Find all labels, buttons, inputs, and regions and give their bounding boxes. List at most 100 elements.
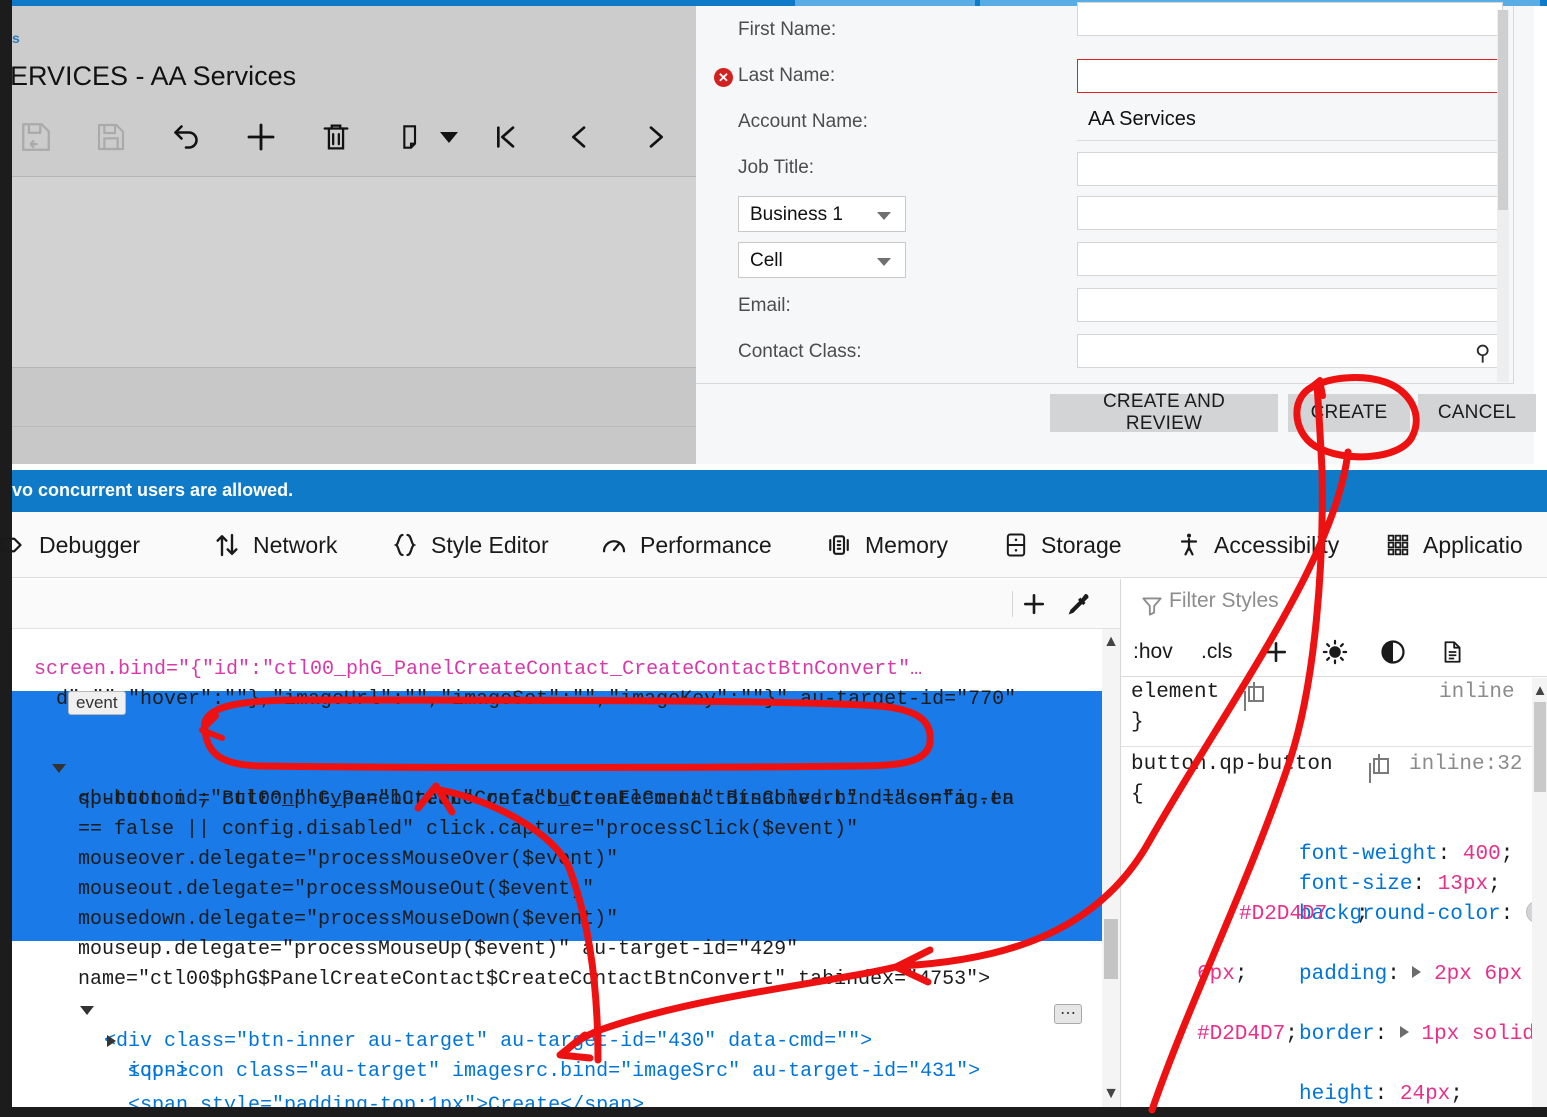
code-line: icon> <box>12 1027 1102 1083</box>
cell-phone-type-select[interactable]: Cell <box>738 242 906 278</box>
styles-toolbar: :hov .cls <box>1121 629 1547 677</box>
account-name-label: Account Name: <box>738 111 868 132</box>
first-name-input[interactable] <box>1077 2 1503 36</box>
first-record-icon[interactable] <box>477 106 533 168</box>
new-node-button[interactable] <box>1014 585 1054 623</box>
tab-application[interactable]: Applicatio <box>1384 512 1523 578</box>
tab-network-label: Network <box>253 531 338 558</box>
account-name-underline <box>1077 140 1503 141</box>
tab-performance-label: Performance <box>640 531 772 558</box>
footer-divider <box>12 426 696 427</box>
last-name-input[interactable] <box>1077 59 1503 93</box>
filter-styles-row[interactable]: Filter Styles <box>1121 579 1547 629</box>
concurrent-users-banner: vo concurrent users are allowed. <box>12 470 1547 512</box>
form-action-buttons: CREATE AND REVIEW CREATE CANCEL <box>696 391 1536 450</box>
dom-scrollbar[interactable]: ▲ ▼ <box>1102 629 1120 1107</box>
tab-performance[interactable]: Performance <box>599 512 772 578</box>
eyedropper-button[interactable] <box>1058 585 1098 623</box>
code-line: <qp-icon class="au-target" imagesrc.bind… <box>12 997 1102 1083</box>
tab-style-editor[interactable]: Style Editor <box>390 512 549 578</box>
styles-scrollbar-thumb[interactable] <box>1534 702 1546 792</box>
business-phone-type-value: Business 1 <box>750 204 843 225</box>
tab-accessibility-label: Accessibility <box>1214 531 1340 558</box>
save-icon[interactable] <box>83 106 139 168</box>
code-line: d":"","hover":""},"imageUrl":"","imageSe… <box>12 655 1102 711</box>
form-scrollbar[interactable] <box>1497 10 1509 382</box>
application-region: s ERVICES - AA Services First Name: ✕ La… <box>0 0 1547 470</box>
light-mode-icon[interactable] <box>1321 632 1349 672</box>
rule-open-brace: { <box>1131 783 1144 806</box>
expand-border-icon[interactable] <box>1399 1026 1409 1038</box>
scroll-down-icon[interactable]: ▼ <box>1102 1081 1120 1107</box>
business-phone-type-select[interactable]: Business 1 <box>738 196 906 232</box>
code-line-selected: <button id="ctl00_phG_PanelCreateContact… <box>12 725 1102 811</box>
styles-scrollbar[interactable]: ▲ <box>1532 678 1547 1107</box>
job-title-input[interactable] <box>1077 152 1503 186</box>
inspect-rule-icon[interactable] <box>1244 682 1264 702</box>
dom-scrollbar-thumb[interactable] <box>1104 919 1118 979</box>
tab-application-label: Applicatio <box>1423 531 1523 558</box>
create-contact-form-panel: First Name: ✕ Last Name: Account Name: A… <box>696 2 1536 464</box>
tab-network[interactable]: Network <box>212 512 337 578</box>
scroll-up-icon[interactable]: ▲ <box>1532 678 1547 702</box>
business-phone-input[interactable] <box>1077 196 1503 230</box>
tab-storage[interactable]: Storage <box>1002 512 1122 578</box>
cancel-button[interactable]: CANCEL <box>1418 394 1536 432</box>
contact-class-input[interactable]: ⚲ <box>1077 334 1503 368</box>
next-record-icon[interactable] <box>627 106 683 168</box>
form-row-contact-class: Contact Class: ⚲ <box>696 332 1514 378</box>
record-grid-body <box>12 177 696 367</box>
save-and-return-icon[interactable] <box>8 106 64 168</box>
event-badge[interactable]: event <box>68 691 126 715</box>
create-button[interactable]: CREATE <box>1288 394 1410 432</box>
inspect-rule-icon[interactable] <box>1369 754 1389 774</box>
create-and-review-button[interactable]: CREATE AND REVIEW <box>1050 391 1278 434</box>
rule-source[interactable]: inline:32 <box>1409 750 1522 780</box>
breadcrumb[interactable]: s <box>12 30 20 46</box>
delete-icon[interactable] <box>308 106 364 168</box>
hov-toggle[interactable]: :hov <box>1133 632 1173 672</box>
rule-source[interactable]: inline <box>1439 678 1515 708</box>
devtools-tab-bar: Debugger Network Style Editor Performanc… <box>0 512 1547 578</box>
rule-selector[interactable]: button.qp-button <box>1131 750 1333 780</box>
cell-phone-input[interactable] <box>1077 242 1503 276</box>
filter-styles-input[interactable]: Filter Styles <box>1169 589 1279 613</box>
decl-prop-background-color[interactable]: background-color <box>1299 903 1501 926</box>
tab-debugger-label: Debugger <box>39 531 141 558</box>
scroll-up-icon[interactable]: ▲ <box>1102 629 1120 655</box>
styles-rules-list: element inline } button.qp-button inline… <box>1121 678 1532 1107</box>
decl-prop-border[interactable]: border <box>1299 1023 1375 1046</box>
dom-code-tree[interactable]: screen.bind="{"id":"ctl00_phG_PanelCreat… <box>12 629 1102 1107</box>
code-line-selected: mouseout.delegate="processMouseOut($even… <box>12 845 1102 901</box>
add-rule-button[interactable] <box>1261 632 1291 672</box>
required-error-icon: ✕ <box>714 68 733 87</box>
tab-accessibility[interactable]: Accessibility <box>1175 512 1339 578</box>
dom-inspector-panel: screen.bind="{"id":"ctl00_phG_PanelCreat… <box>12 579 1120 1107</box>
decl-prop-padding[interactable]: padding <box>1299 963 1387 986</box>
email-input[interactable] <box>1077 288 1503 322</box>
tab-debugger[interactable]: Debugger <box>0 512 140 578</box>
tab-storage-label: Storage <box>1041 531 1122 558</box>
expand-ellipsis-icon[interactable]: ⋯ <box>1054 1003 1082 1024</box>
undo-icon[interactable] <box>158 106 214 168</box>
previous-record-icon[interactable] <box>552 106 608 168</box>
code-line-event-badge[interactable]: event <box>12 687 1102 717</box>
cls-toggle[interactable]: .cls <box>1201 632 1233 672</box>
record-panel: s ERVICES - AA Services <box>10 6 696 464</box>
rule-selector[interactable]: element <box>1131 678 1219 708</box>
decl-val-background-color[interactable]: #D2D4D7 <box>1239 900 1327 930</box>
dom-inspector-toolbar <box>12 579 1120 629</box>
search-icon[interactable]: ⚲ <box>1475 341 1490 366</box>
devtools-panel: Debugger Network Style Editor Performanc… <box>0 512 1547 1107</box>
code-line-selected: mousedown.delegate="processMouseDown($ev… <box>12 875 1102 931</box>
toolbar-separator <box>1012 591 1013 617</box>
record-footer <box>12 368 696 464</box>
add-icon[interactable] <box>233 106 289 168</box>
tab-memory[interactable]: Memory <box>824 512 948 578</box>
copy-paste-dropdown-icon[interactable] <box>421 106 477 168</box>
dark-mode-icon[interactable] <box>1379 632 1407 672</box>
form-scrollbar-thumb[interactable] <box>1498 10 1508 210</box>
email-label: Email: <box>738 295 791 316</box>
code-line-selected: == false || config.disabled" click.captu… <box>12 785 1102 841</box>
print-styles-icon[interactable] <box>1439 632 1465 672</box>
